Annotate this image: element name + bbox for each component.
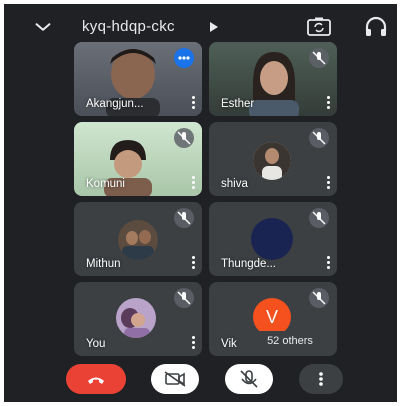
participant-name: Komuni bbox=[86, 178, 125, 190]
more-vert-icon[interactable] bbox=[192, 336, 196, 350]
avatar bbox=[251, 218, 293, 260]
participant-tile[interactable]: You bbox=[74, 282, 202, 356]
participant-tile[interactable]: Esther bbox=[209, 42, 337, 116]
participant-name: Esther bbox=[221, 98, 255, 110]
mic-off-indicator bbox=[174, 208, 194, 228]
mic-off-indicator bbox=[309, 288, 329, 308]
meeting-code[interactable]: kyq-hdqp-ckc bbox=[82, 18, 175, 35]
avatar-letter: V bbox=[265, 307, 278, 327]
dots-icon bbox=[178, 56, 190, 60]
mic-off-icon bbox=[177, 211, 191, 225]
toggle-mic-button[interactable] bbox=[225, 364, 273, 394]
more-vert-icon[interactable] bbox=[192, 176, 196, 190]
more-vert-icon[interactable] bbox=[192, 96, 196, 110]
more-vert-icon[interactable] bbox=[327, 176, 331, 190]
participant-name: Akangjun... bbox=[86, 98, 144, 110]
mic-off-icon bbox=[312, 131, 326, 145]
more-vert-icon bbox=[319, 372, 323, 386]
phone-hangup-icon bbox=[88, 377, 104, 384]
avatar bbox=[116, 298, 156, 338]
mic-off-icon bbox=[240, 370, 258, 388]
mic-off-indicator bbox=[309, 48, 329, 68]
mic-off-icon bbox=[312, 291, 326, 305]
more-vert-icon[interactable] bbox=[327, 256, 331, 270]
play-arrow-icon[interactable] bbox=[209, 21, 219, 33]
participant-tile[interactable]: Thungde... bbox=[209, 202, 337, 276]
headphones-icon[interactable] bbox=[364, 16, 388, 38]
participant-tile[interactable]: Komuni bbox=[74, 122, 202, 196]
mic-off-icon bbox=[312, 51, 326, 65]
participant-name: shiva bbox=[221, 178, 248, 190]
mic-off-indicator bbox=[174, 288, 194, 308]
call-controls bbox=[4, 360, 397, 402]
participant-tile[interactable]: shiva bbox=[209, 122, 337, 196]
more-options-button[interactable] bbox=[299, 364, 343, 394]
mic-off-icon bbox=[312, 211, 326, 225]
chevron-down-icon[interactable] bbox=[32, 16, 54, 38]
meeting-screen: kyq-hdqp-ckc Akangjun... Esther Komuni s… bbox=[4, 4, 397, 402]
avatar bbox=[253, 142, 291, 180]
toggle-video-button[interactable] bbox=[151, 364, 199, 394]
participant-tile[interactable]: Akangjun... bbox=[74, 42, 202, 116]
participant-tile[interactable]: Mithun bbox=[74, 202, 202, 276]
participant-name: Thungde... bbox=[221, 258, 276, 270]
participant-name: You bbox=[86, 338, 106, 350]
more-vert-icon[interactable] bbox=[327, 96, 331, 110]
video-off-icon bbox=[164, 371, 186, 387]
more-vert-icon[interactable] bbox=[192, 256, 196, 270]
participant-name: Vik bbox=[221, 338, 237, 350]
speaking-indicator bbox=[174, 48, 194, 68]
hangup-button[interactable] bbox=[66, 364, 126, 394]
mic-off-indicator bbox=[309, 208, 329, 228]
mic-off-icon bbox=[177, 131, 191, 145]
mic-off-icon bbox=[177, 291, 191, 305]
mic-off-indicator bbox=[174, 128, 194, 148]
avatar bbox=[118, 220, 158, 260]
participant-name: Mithun bbox=[86, 258, 121, 270]
mic-off-indicator bbox=[309, 128, 329, 148]
others-count-button[interactable]: 52 others bbox=[250, 331, 330, 351]
switch-camera-icon[interactable] bbox=[306, 16, 332, 38]
